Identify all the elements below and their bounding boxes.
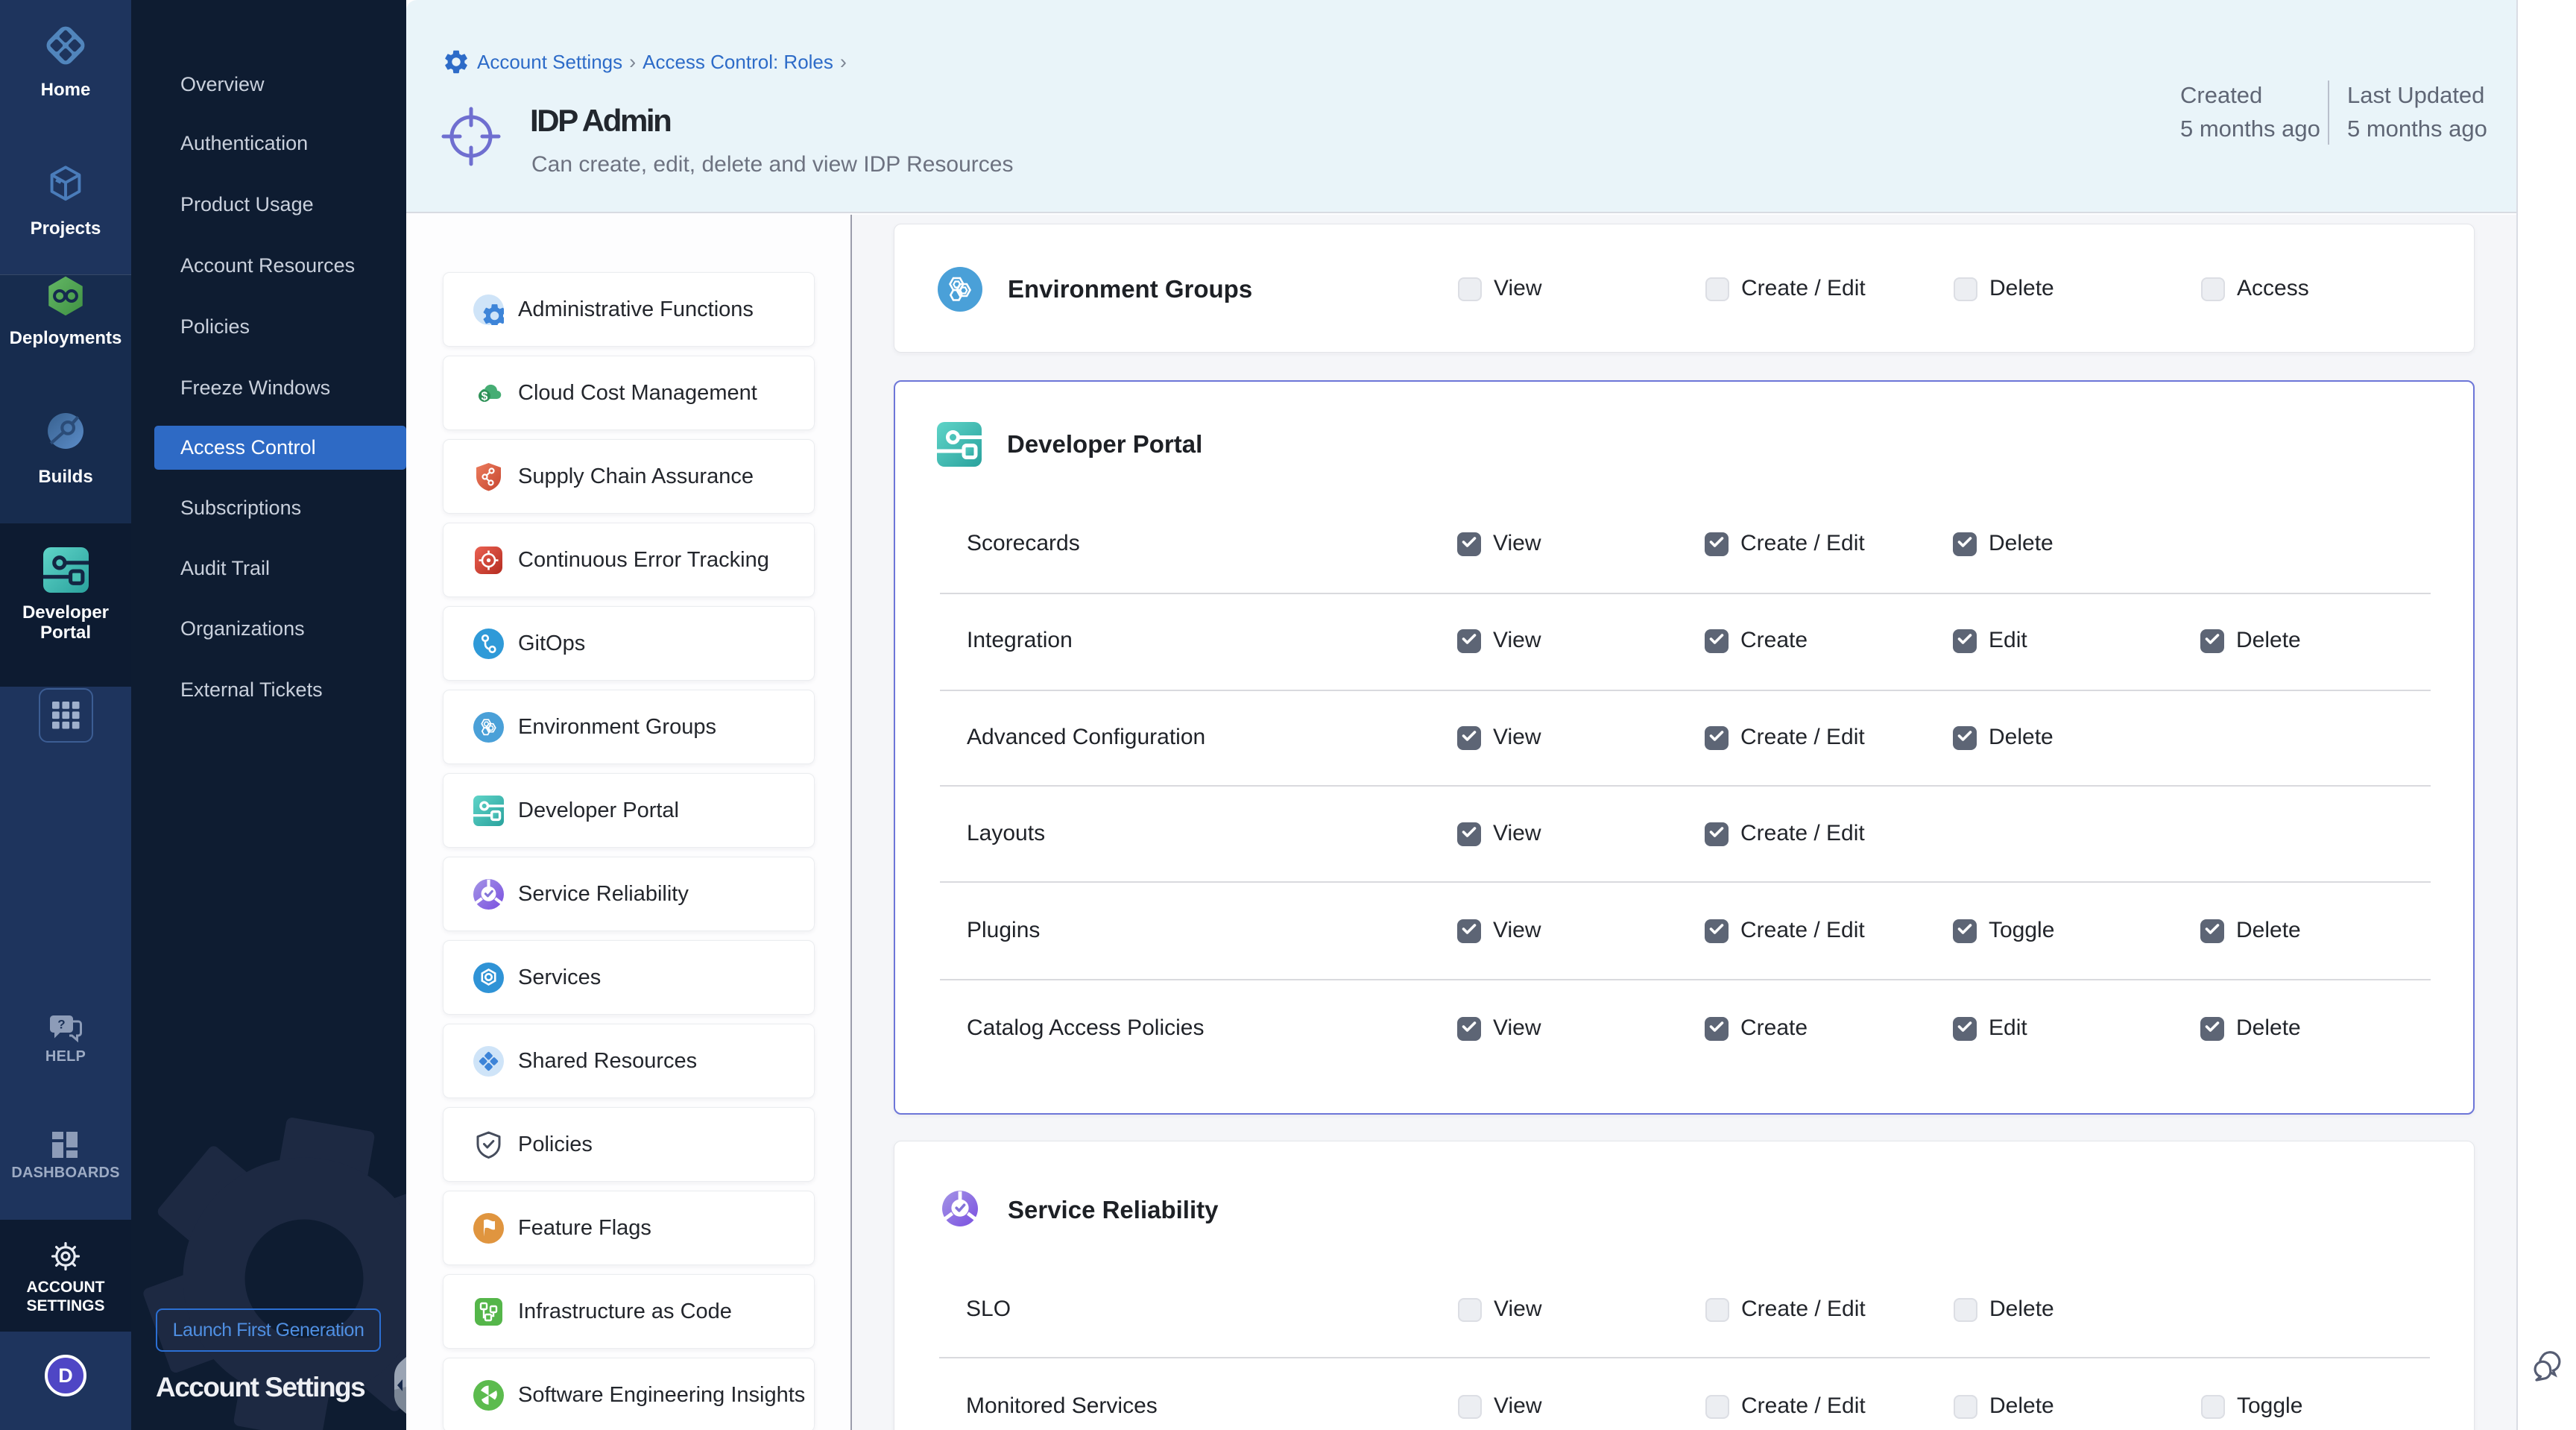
svg-text:$: $ [482,390,488,403]
svg-text:?: ? [57,1018,65,1032]
